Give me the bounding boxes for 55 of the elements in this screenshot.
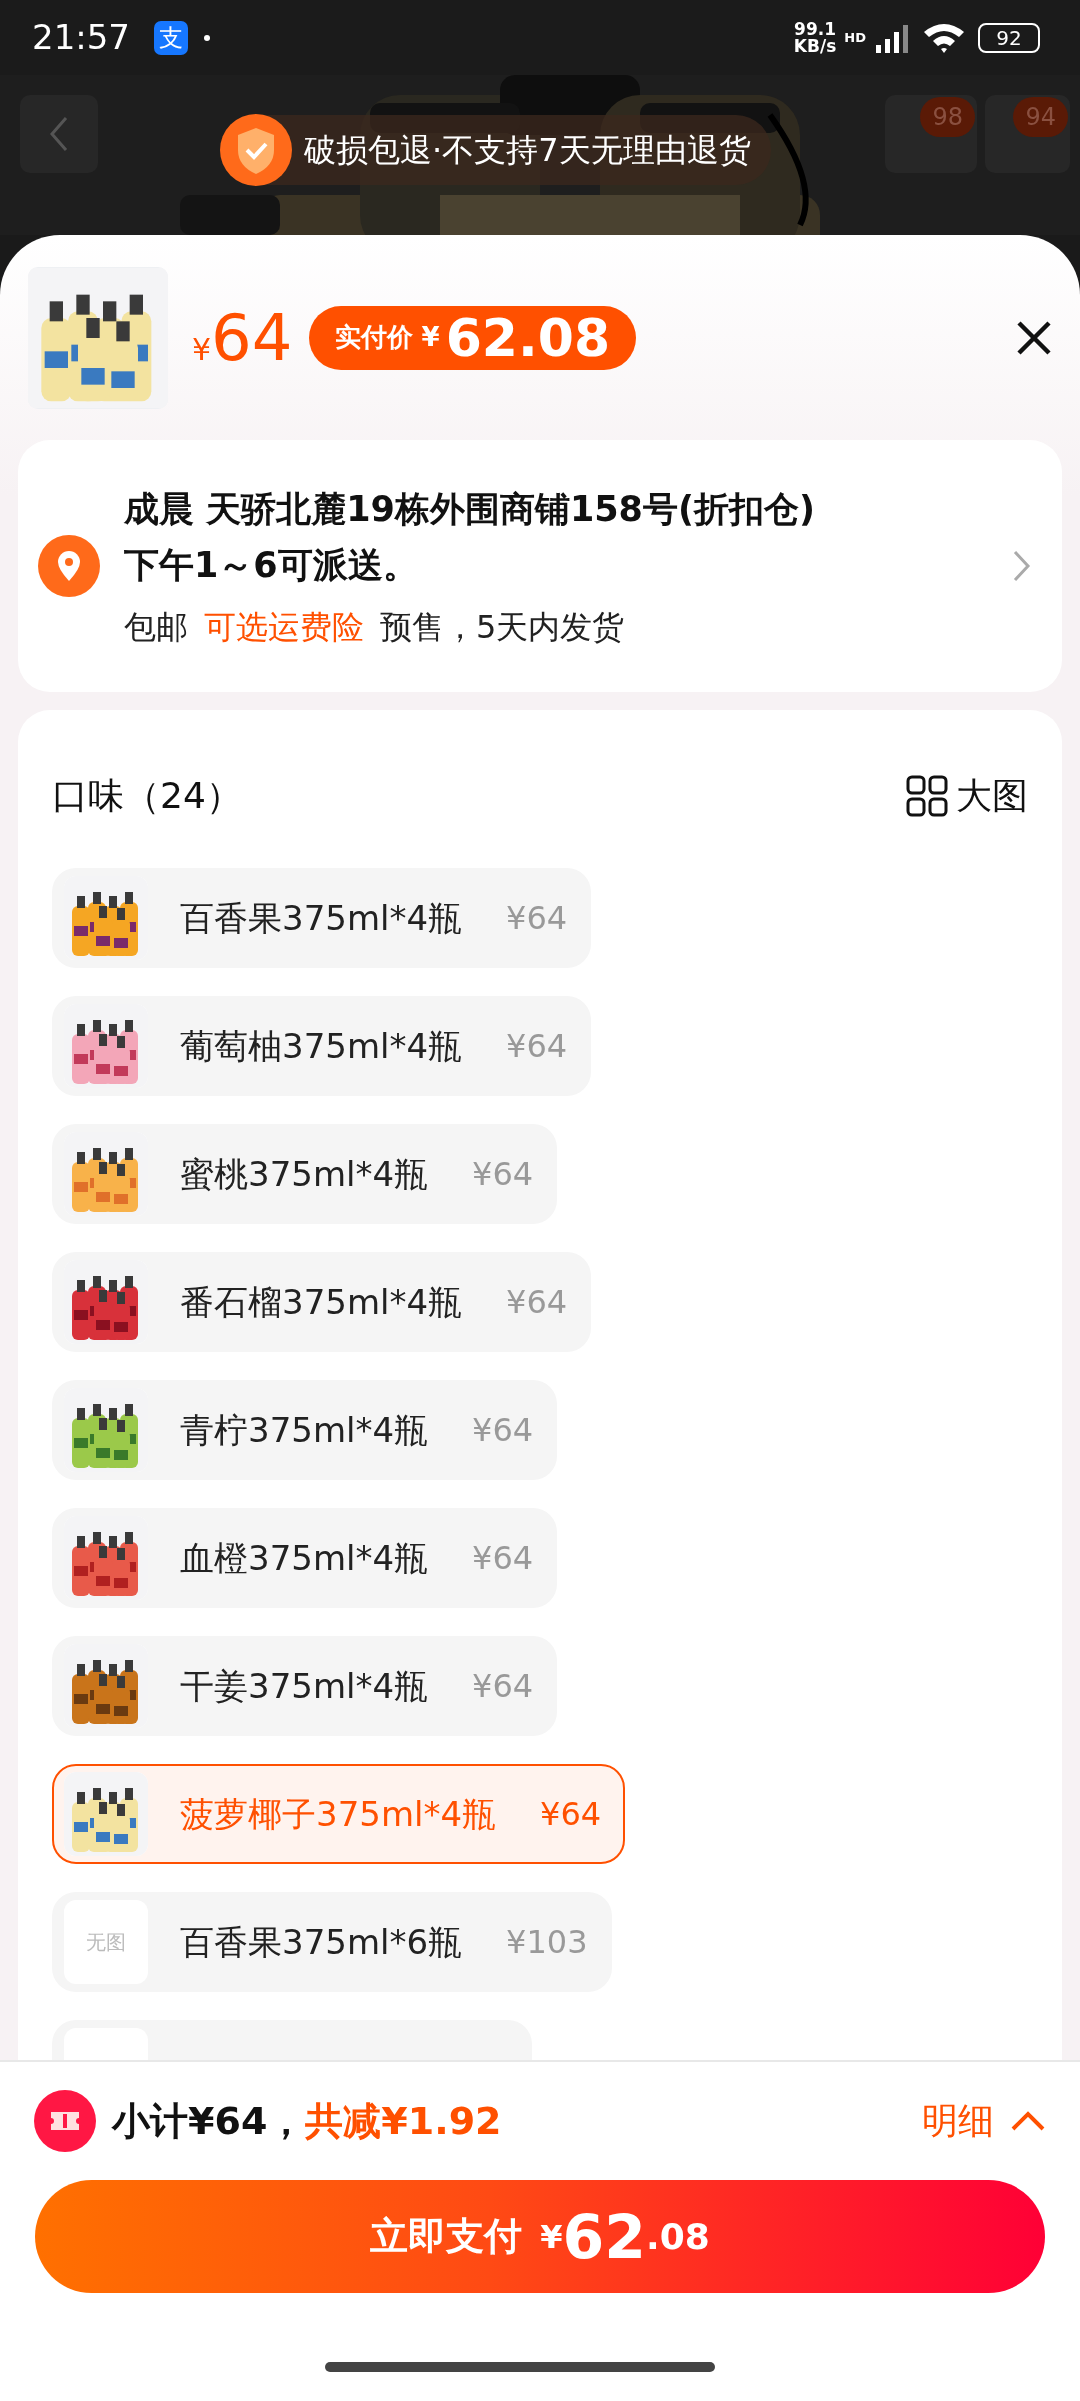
delivery-time: 预售，5天内发货 (380, 607, 625, 648)
option-name: 干姜375ml*4瓶 (180, 1664, 429, 1708)
option-price: ¥64 (506, 1026, 568, 1067)
cart-count: 98 (920, 97, 975, 137)
option-price: ¥64 (472, 1410, 534, 1451)
battery-indicator: 92 (978, 22, 1040, 53)
back-button[interactable] (20, 95, 98, 173)
chevron-right-icon[interactable] (1012, 549, 1032, 583)
option-price: ¥64 (472, 1666, 534, 1707)
delivery-address: 成晨 天骄北麓19栋外围商铺158号(折扣仓) (124, 488, 816, 531)
option-name: 蜜桃375ml*4瓶 (180, 1152, 429, 1196)
network-type: HD (844, 31, 866, 44)
return-policy-notice: 破损包退·不支持7天无理由退货 (304, 130, 751, 171)
network-speed: 99.1 KB/s (793, 20, 837, 55)
no-image-label: 无图 (86, 1929, 126, 1956)
option-name: 番石榴375ml*4瓶 (180, 1280, 463, 1324)
flavor-option[interactable]: 番石榴375ml*4瓶 ¥64 (52, 1252, 592, 1352)
option-price: ¥64 (472, 1154, 534, 1195)
option-name: 百香果375ml*6瓶 (180, 1920, 463, 1964)
delivery-address: 下午1～6可派送。 (124, 544, 419, 587)
location-icon (38, 535, 100, 597)
flavor-option[interactable]: 百香果375ml*4瓶 ¥64 (52, 868, 592, 968)
dot-icon (204, 34, 210, 41)
price: ¥64 (192, 305, 293, 370)
wifi-icon (922, 21, 966, 54)
option-name: 菠萝椰子375ml*4瓶 (180, 1792, 497, 1836)
option-price: ¥64 (506, 898, 568, 939)
chevron-up-icon (1010, 2110, 1046, 2132)
flavor-option[interactable]: 葡萄柚375ml*4瓶 ¥64 (52, 996, 592, 1096)
option-price: ¥64 (540, 1794, 602, 1835)
option-name: 血橙375ml*4瓶 (180, 1536, 429, 1580)
close-button[interactable] (1016, 319, 1052, 356)
shield-icon (220, 114, 292, 186)
option-price: ¥64 (472, 1538, 534, 1579)
close-icon (1016, 319, 1052, 356)
option-price: ¥103 (506, 1922, 588, 1963)
option-name: 百香果375ml*4瓶 (180, 896, 463, 940)
flavor-option[interactable]: 干姜375ml*4瓶 ¥64 (52, 1636, 558, 1736)
discount-total: 共减¥1.92 (305, 2097, 502, 2145)
app-icon: 支 (154, 20, 188, 55)
flavor-option[interactable]: 无图 百香果375ml*6瓶 ¥103 (52, 1892, 612, 1992)
option-name: 葡萄柚375ml*4瓶 (180, 1024, 463, 1068)
free-shipping-label: 包邮 (124, 607, 188, 648)
flavor-option[interactable]: 血橙375ml*4瓶 ¥64 (52, 1508, 558, 1608)
flavor-option[interactable]: 青柠375ml*4瓶 ¥64 (52, 1380, 558, 1480)
message-count: 94 (1013, 97, 1068, 137)
coupon-icon (34, 2090, 96, 2152)
large-view-toggle[interactable]: 大图 (906, 769, 1028, 823)
clock: 21:57 (32, 16, 130, 59)
option-price: ¥64 (506, 1282, 568, 1323)
grid-icon (906, 775, 948, 817)
section-title: 口味（24） (52, 774, 242, 818)
subtotal: 小计¥64， (112, 2097, 306, 2145)
flavor-option[interactable]: 蜜桃375ml*4瓶 ¥64 (52, 1124, 558, 1224)
option-name: 青柠375ml*4瓶 (180, 1408, 429, 1452)
